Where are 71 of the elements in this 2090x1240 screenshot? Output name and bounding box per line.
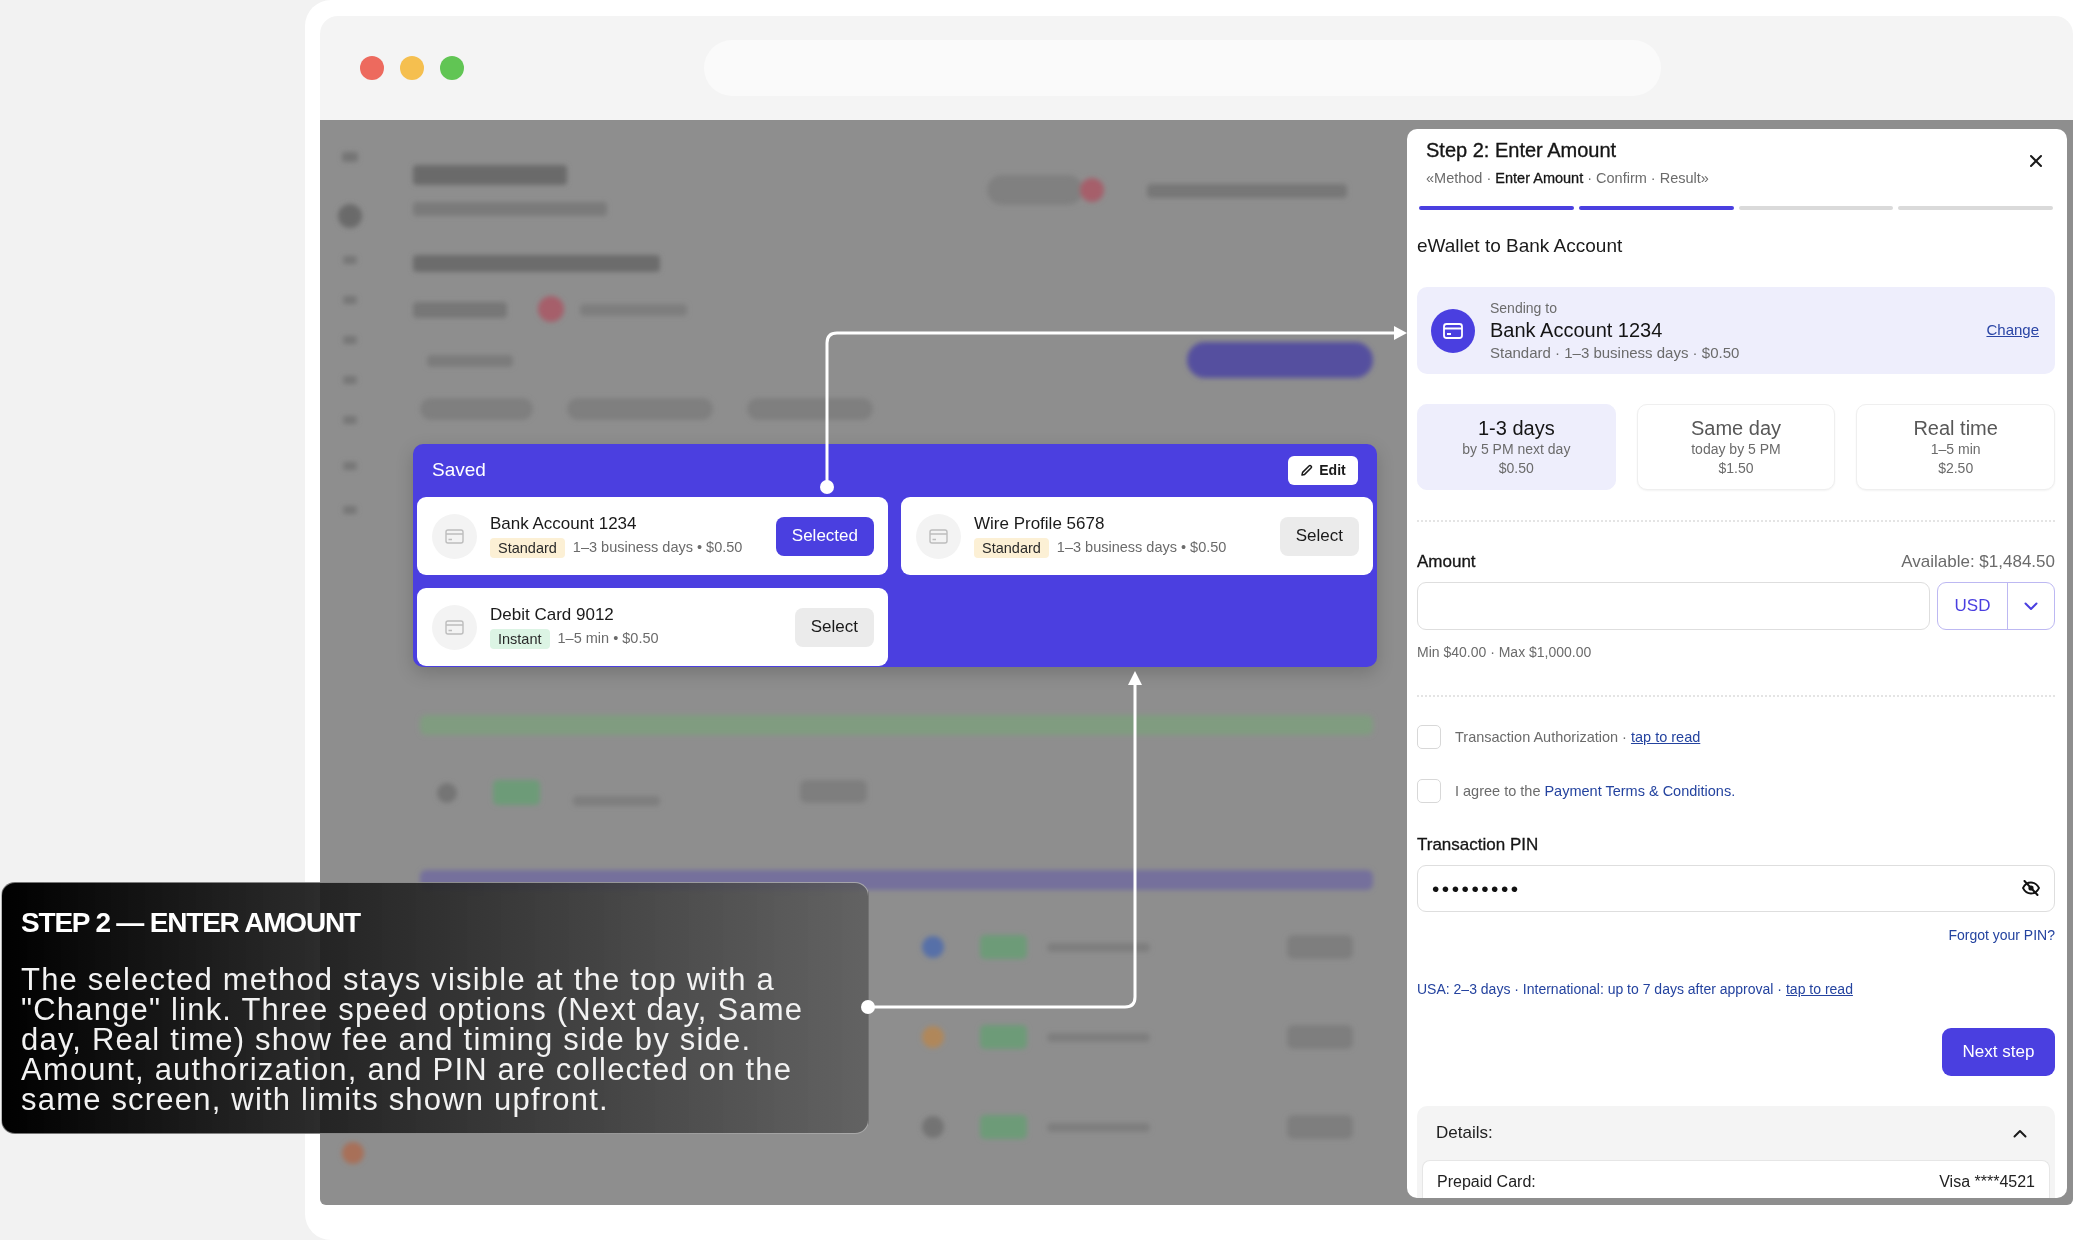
detail-value: Visa ****4521: [1939, 1172, 2035, 1192]
card-icon: [432, 604, 477, 650]
forgot-pin-link[interactable]: Forgot your PIN?: [1948, 927, 2055, 943]
blurred-badge: [493, 780, 540, 805]
blurred-dot-icon: [342, 1142, 364, 1164]
details-title: Details:: [1436, 1122, 1493, 1145]
method-tag: Standard: [490, 538, 565, 558]
blurred-dot-icon: [538, 296, 564, 322]
tap-to-read-link[interactable]: tap to read: [1786, 981, 1853, 997]
pencil-icon: [1300, 464, 1314, 477]
method-detail: 1–3 business days • $0.50: [572, 538, 743, 558]
agreement-link[interactable]: tap to read: [1630, 729, 1701, 745]
eye-slash-icon[interactable]: [2022, 880, 2040, 896]
blurred-badge: [980, 935, 1027, 959]
checkbox[interactable]: [1417, 725, 1441, 749]
currency-select[interactable]: USD: [1937, 582, 2055, 630]
saved-title: Saved: [432, 458, 486, 483]
amount-input[interactable]: [1417, 582, 1930, 630]
traffic-light-icon[interactable]: [440, 56, 464, 80]
caption-text: The selected method stays visible at the top with a "Change" link. Three speed options (Next day, Same day, Real time) show fee and timing side by side. Amount, authorization, and PIN are collected on the same screen, with limits shown upfront.: [21, 965, 805, 1115]
select-button[interactable]: Select: [794, 607, 874, 647]
step-breadcrumb: «Method · Enter Amount · Confirm · Result»: [1426, 169, 1710, 188]
blurred-dot-icon: [437, 783, 457, 803]
card-icon: [1431, 308, 1475, 353]
blurred-badge: [980, 1115, 1027, 1139]
method-tag: Standard: [974, 538, 1049, 558]
method-detail: 1–5 min • $0.50: [557, 629, 659, 649]
blurred-avatar-icon: [338, 204, 362, 228]
section-heading: eWallet to Bank Account: [1417, 234, 1624, 258]
speed-option[interactable]: Same day today by 5 PM $1.50: [1636, 404, 1836, 490]
edit-button[interactable]: Edit: [1288, 456, 1358, 485]
chevron-down-icon: [2024, 601, 2038, 611]
pin-label: Transaction PIN: [1417, 834, 1540, 856]
pin-input[interactable]: •••••••••: [1417, 865, 2055, 912]
speed-option[interactable]: Real time 1–5 min $2.50: [1856, 404, 2055, 490]
checkbox[interactable]: [1417, 779, 1441, 803]
blurred-dot-icon: [922, 936, 944, 958]
blurred-dot-icon: [922, 1026, 944, 1048]
traffic-light-icon[interactable]: [400, 56, 424, 80]
amount-limits: Min $40.00 · Max $1,000.00: [1417, 643, 1593, 662]
speed-option[interactable]: 1-3 days by 5 PM next day $0.50: [1417, 404, 1616, 490]
select-button[interactable]: Select: [1279, 516, 1359, 556]
blurred-icon: [342, 152, 358, 162]
next-step-button[interactable]: Next step: [1942, 1028, 2055, 1076]
method-name: Wire Profile 5678: [974, 513, 1106, 536]
close-icon[interactable]: [2029, 154, 2043, 168]
blurred-dot-icon: [922, 1116, 944, 1138]
detail-label: Prepaid Card:: [1437, 1172, 1536, 1192]
method-detail: 1–3 business days • $0.50: [1056, 538, 1227, 558]
select-button[interactable]: Selected: [775, 516, 874, 556]
recipient-name: Bank Account 1234: [1490, 317, 1664, 343]
amount-label: Amount: [1417, 551, 1476, 573]
delivery-notice: USA: 2–3 days · International: up to 7 days after approval · tap to read: [1417, 980, 1854, 999]
agreement-link[interactable]: Payment Terms & Conditions.: [1544, 783, 1736, 799]
card-icon: [916, 513, 961, 559]
agreement-text: I agree to the Payment Terms & Conditions.: [1455, 782, 1736, 801]
change-link[interactable]: Change: [1986, 319, 2039, 342]
agreement-text: Transaction Authorization · tap to read: [1455, 728, 1701, 747]
caption-title: STEP 2 — ENTER AMOUNT: [21, 907, 362, 939]
available-balance: Available: $1,484.50: [1901, 551, 2055, 573]
card-icon: [432, 513, 477, 559]
sending-to-label: Sending to: [1490, 298, 1558, 317]
chevron-up-icon[interactable]: [2013, 1128, 2027, 1138]
method-tag: Instant: [490, 629, 550, 649]
method-name: Bank Account 1234: [490, 513, 638, 536]
recipient-detail: Standard · 1–3 business days · $0.50: [1490, 342, 1741, 363]
method-name: Debit Card 9012: [490, 604, 615, 627]
panel-title: Step 2: Enter Amount: [1426, 138, 1618, 163]
blurred-badge: [980, 1025, 1027, 1049]
blurred-dot-icon: [1080, 178, 1104, 202]
traffic-light-icon[interactable]: [360, 56, 384, 80]
